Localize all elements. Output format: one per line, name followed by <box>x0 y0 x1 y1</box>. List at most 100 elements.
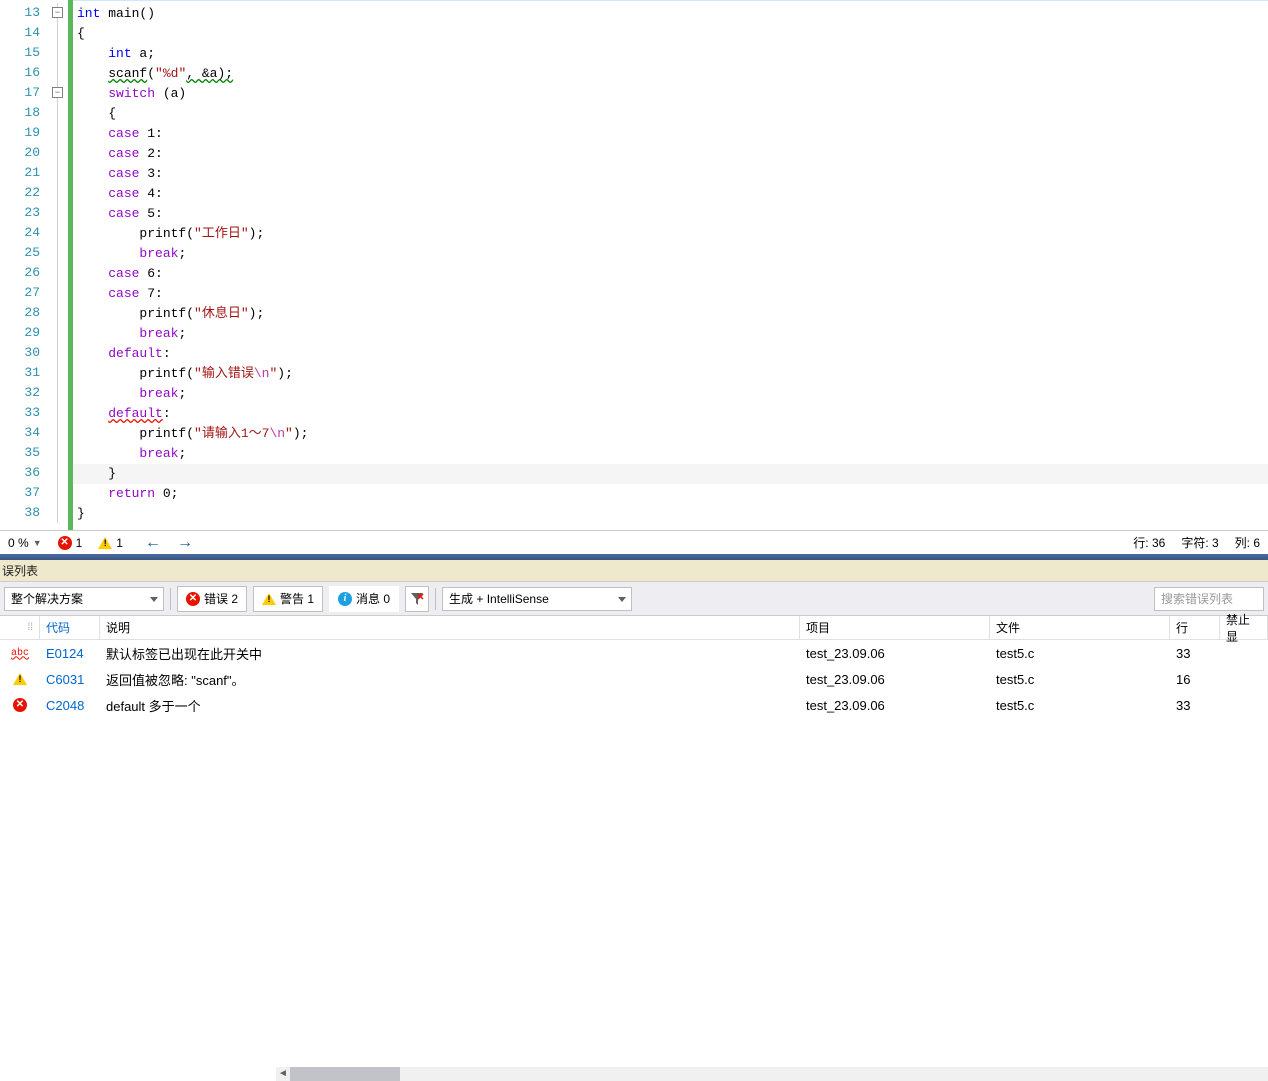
code-line[interactable]: case 5: <box>73 204 1268 224</box>
error-line: 16 <box>1170 669 1220 690</box>
line-number: 15 <box>0 43 40 63</box>
col-code[interactable]: 代码 <box>40 616 100 639</box>
code-line[interactable]: } <box>73 504 1268 524</box>
line-number: 26 <box>0 263 40 283</box>
error-file: test5.c <box>990 695 1170 716</box>
code-area[interactable]: int main(){ int a; scanf("%d", &a); swit… <box>73 0 1268 530</box>
zoom-level[interactable]: 0 %▼ <box>0 536 50 550</box>
error-list-title: 误列表 <box>0 560 1268 582</box>
prev-issue-button[interactable]: ← <box>139 534 167 552</box>
cursor-col: 列: 6 <box>1235 534 1260 551</box>
line-number: 14 <box>0 23 40 43</box>
col-description[interactable]: 说明 <box>100 616 800 639</box>
line-number-gutter: 1314151617181920212223242526272829303132… <box>0 0 48 530</box>
error-file: test5.c <box>990 643 1170 664</box>
horizontal-scrollbar[interactable]: ◄ <box>290 1067 1268 1081</box>
info-icon: i <box>338 592 352 606</box>
line-number: 21 <box>0 163 40 183</box>
error-icon: ✕ <box>58 536 72 550</box>
errors-filter-button[interactable]: ✕错误 2 <box>177 586 247 612</box>
col-file[interactable]: 文件 <box>990 616 1170 639</box>
clear-filter-button[interactable] <box>405 586 429 612</box>
warning-count[interactable]: 1 <box>90 536 131 550</box>
line-number: 35 <box>0 443 40 463</box>
code-line[interactable]: default: <box>73 344 1268 364</box>
fold-column: −− <box>48 0 68 530</box>
error-project: test_23.09.06 <box>800 669 990 690</box>
line-number: 34 <box>0 423 40 443</box>
line-number: 36 <box>0 463 40 483</box>
code-line[interactable]: return 0; <box>73 484 1268 504</box>
error-description: 返回值被忽略: "scanf"。 <box>100 667 800 692</box>
error-project: test_23.09.06 <box>800 695 990 716</box>
code-line[interactable]: printf("休息日"); <box>73 304 1268 324</box>
code-line[interactable]: } <box>73 464 1268 484</box>
fold-toggle[interactable]: − <box>52 7 63 18</box>
error-description: 默认标签已出现在此开关中 <box>100 641 800 666</box>
line-number: 31 <box>0 363 40 383</box>
line-number: 20 <box>0 143 40 163</box>
line-number: 25 <box>0 243 40 263</box>
line-number: 23 <box>0 203 40 223</box>
warning-icon <box>13 673 27 685</box>
code-line[interactable]: default: <box>73 404 1268 424</box>
warnings-filter-button[interactable]: 警告 1 <box>253 586 323 612</box>
error-count[interactable]: ✕1 <box>50 536 91 550</box>
code-line[interactable]: int main() <box>73 4 1268 24</box>
messages-filter-button[interactable]: i消息 0 <box>329 586 399 612</box>
code-line[interactable]: printf("输入错误\n"); <box>73 364 1268 384</box>
code-line[interactable]: case 2: <box>73 144 1268 164</box>
fold-toggle[interactable]: − <box>52 87 63 98</box>
error-file: test5.c <box>990 669 1170 690</box>
error-list-header: ⁞⁞ 代码 说明 项目 文件 行 禁止显 <box>0 616 1268 640</box>
warning-icon <box>262 593 276 605</box>
error-code: E0124 <box>40 643 100 664</box>
line-number: 22 <box>0 183 40 203</box>
line-number: 33 <box>0 403 40 423</box>
code-line[interactable]: int a; <box>73 44 1268 64</box>
code-line[interactable]: case 3: <box>73 164 1268 184</box>
line-number: 27 <box>0 283 40 303</box>
next-issue-button[interactable]: → <box>171 534 199 552</box>
error-line: 33 <box>1170 695 1220 716</box>
code-line[interactable]: { <box>73 104 1268 124</box>
code-line[interactable]: case 6: <box>73 264 1268 284</box>
code-line[interactable]: case 7: <box>73 284 1268 304</box>
code-line[interactable]: case 1: <box>73 124 1268 144</box>
code-line[interactable]: break; <box>73 384 1268 404</box>
error-row[interactable]: C6031返回值被忽略: "scanf"。test_23.09.06test5.… <box>0 666 1268 692</box>
warning-icon <box>98 537 112 549</box>
line-number: 19 <box>0 123 40 143</box>
line-number: 37 <box>0 483 40 503</box>
code-line[interactable]: switch (a) <box>73 84 1268 104</box>
intellisense-error-icon: abc <box>11 648 29 659</box>
line-number: 28 <box>0 303 40 323</box>
editor-status-bar: 0 %▼ ✕1 1 ←→ ◄ 行: 36 字符: 3 列: 6 <box>0 530 1268 554</box>
code-line[interactable]: break; <box>73 444 1268 464</box>
solution-scope-dropdown[interactable]: 整个解决方案 <box>4 587 164 611</box>
cursor-line: 行: 36 <box>1133 534 1165 551</box>
error-row[interactable]: ✕C2048default 多于一个test_23.09.06test5.c33 <box>0 692 1268 718</box>
line-number: 24 <box>0 223 40 243</box>
error-search-input[interactable]: 搜索错误列表 <box>1154 587 1264 611</box>
line-number: 18 <box>0 103 40 123</box>
line-number: 29 <box>0 323 40 343</box>
code-line[interactable]: scanf("%d", &a); <box>73 64 1268 84</box>
cursor-char: 字符: 3 <box>1181 534 1218 551</box>
error-list-toolbar: 整个解决方案 ✕错误 2 警告 1 i消息 0 生成 + IntelliSens… <box>0 582 1268 616</box>
line-number: 17 <box>0 83 40 103</box>
col-line[interactable]: 行 <box>1170 616 1220 639</box>
code-line[interactable]: { <box>73 24 1268 44</box>
code-editor[interactable]: 1314151617181920212223242526272829303132… <box>0 0 1268 530</box>
code-line[interactable]: break; <box>73 244 1268 264</box>
code-line[interactable]: printf("工作日"); <box>73 224 1268 244</box>
col-suppress[interactable]: 禁止显 <box>1220 616 1268 639</box>
code-line[interactable]: break; <box>73 324 1268 344</box>
error-source-dropdown[interactable]: 生成 + IntelliSense <box>442 587 632 611</box>
code-line[interactable]: printf("请输入1～7\n"); <box>73 424 1268 444</box>
col-icon[interactable]: ⁞⁞ <box>0 616 40 639</box>
code-line[interactable]: case 4: <box>73 184 1268 204</box>
col-project[interactable]: 项目 <box>800 616 990 639</box>
error-description: default 多于一个 <box>100 693 800 718</box>
error-row[interactable]: abcE0124默认标签已出现在此开关中test_23.09.06test5.c… <box>0 640 1268 666</box>
